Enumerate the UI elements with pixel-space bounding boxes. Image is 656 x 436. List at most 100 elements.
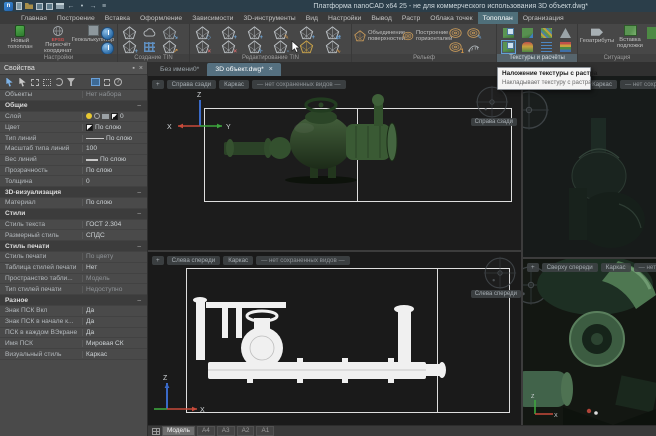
property-value[interactable]: Модель (82, 275, 147, 282)
viewport-saved-views-button[interactable]: — нет сохраненных видов — (256, 256, 350, 265)
properties-section-header[interactable]: 3D-визуализация– (0, 187, 147, 198)
property-row[interactable]: ПрозрачностьПо слою (0, 166, 147, 177)
property-row[interactable]: Знак ПСК ВклДа (0, 306, 147, 317)
pin-icon[interactable]: ▪ (132, 65, 134, 72)
redo-icon[interactable]: → (89, 2, 97, 10)
layout-tab-a1[interactable]: A1 (256, 426, 274, 436)
menu-tab[interactable]: Зависимости (187, 12, 238, 24)
view-name-button[interactable]: Слева спереди (471, 290, 521, 298)
drawing-area[interactable]: + Справа сзади Каркас — нет сохраненных … (148, 76, 656, 425)
insert-underlay-button[interactable]: Вставка подложки (614, 25, 646, 49)
property-value[interactable]: Нет набора (82, 91, 147, 98)
property-row[interactable]: МатериалПо слою (0, 198, 147, 209)
property-row[interactable]: Визуальный стильКаркас (0, 349, 147, 360)
property-value[interactable]: ГОСТ 2.304 (82, 221, 147, 228)
tin-smooth-icon[interactable]: ∿ (325, 40, 340, 54)
viewport-saved-views-button[interactable]: — нет сохраненных видов — (620, 80, 656, 89)
property-value[interactable]: Каркас (82, 351, 147, 358)
selection-cycle-icon[interactable] (55, 78, 63, 86)
contour-rings-icon[interactable] (448, 26, 463, 40)
texture-raster-overlay-icon[interactable] (501, 40, 516, 54)
tin-add-point-icon[interactable]: + (221, 26, 236, 40)
properties-section-header[interactable]: Стиль печати– (0, 241, 147, 252)
tin-edit-edge-icon[interactable]: ✎ (273, 26, 288, 40)
document-tab[interactable]: Без имени0* (152, 63, 207, 76)
quick-select-icon[interactable] (18, 78, 27, 87)
print-icon[interactable] (56, 3, 64, 9)
model-3d-pump-white[interactable] (192, 296, 452, 416)
model-3d-pump-green[interactable] (224, 90, 414, 185)
document-tab-active[interactable]: 3D объект.dwg* × (207, 63, 281, 76)
tin-delete-point-icon[interactable]: × (195, 40, 210, 54)
property-value[interactable]: По слою (82, 156, 147, 163)
property-value[interactable]: Да (82, 329, 147, 336)
property-row[interactable]: Таблица стилей печатиНет (0, 263, 147, 274)
quick-access-menu-icon[interactable]: ≡ (100, 2, 108, 10)
compass-tool-icon[interactable] (101, 27, 114, 40)
tin-boundary-icon[interactable]: ▫ (273, 40, 288, 54)
tin-delete-edge-icon[interactable]: × (221, 40, 236, 54)
menu-tab[interactable]: Вывод (366, 12, 397, 24)
filter-icon[interactable] (67, 78, 75, 86)
height-gradient-icon[interactable] (520, 40, 535, 54)
viewport-plus-button[interactable]: + (152, 256, 164, 265)
collapse-icon[interactable]: – (137, 102, 141, 109)
point-cloud-icon[interactable] (142, 26, 157, 40)
property-value[interactable]: По цвету (82, 253, 147, 260)
viewport-style-button[interactable]: Каркас (223, 256, 253, 265)
create-tin-icon[interactable] (122, 26, 137, 40)
layer-freeze-icon[interactable] (94, 113, 100, 119)
geoattributes-button[interactable]: Геоатрибуты (580, 25, 614, 44)
property-value[interactable]: Недоступно (82, 286, 147, 293)
property-value[interactable]: Да (82, 307, 147, 314)
property-value[interactable]: По слою (82, 167, 147, 174)
collapse-icon[interactable]: – (137, 210, 141, 217)
layout-grid-icon[interactable] (152, 428, 160, 435)
tin-add-edge-icon[interactable]: + (247, 26, 262, 40)
tin-move-point-icon[interactable]: ✛ (247, 40, 262, 54)
contour-edit-icon[interactable]: ✎ (466, 26, 481, 40)
menu-tab[interactable]: Вставка (100, 12, 135, 24)
property-row[interactable]: ЦветПо слою (0, 122, 147, 133)
viewport-plus-button[interactable]: + (527, 263, 539, 272)
property-value[interactable]: По слою (82, 135, 147, 142)
property-row[interactable]: ОбъектыНет набора (0, 90, 147, 101)
property-row[interactable]: Стиль текстаГОСТ 2.304 (0, 220, 147, 231)
viewport-bottom-right[interactable]: + Сверху спереди Каркас — нет сохраненны… (523, 259, 656, 425)
menu-tab[interactable]: Растр (397, 12, 425, 24)
close-panel-icon[interactable]: × (139, 65, 143, 72)
property-row[interactable]: Стиль печатиПо цвету (0, 252, 147, 263)
view-compass[interactable] (482, 255, 518, 291)
slope-hatches-icon[interactable] (466, 40, 481, 54)
viewport-view-button[interactable]: Справа сзади (167, 80, 217, 89)
menu-tab[interactable]: Главная (16, 12, 52, 24)
property-row[interactable]: Масштаб типа линий100 (0, 144, 147, 155)
collapse-icon[interactable]: – (137, 297, 141, 304)
tin-section-icon[interactable]: ↗ (162, 40, 177, 54)
menu-tab[interactable]: Оформление (135, 12, 187, 24)
select-polygon-icon[interactable] (43, 79, 51, 86)
property-row[interactable]: Тип линийПо слою (0, 133, 147, 144)
property-row[interactable]: Тип стилей печатиНедоступно (0, 284, 147, 295)
properties-section-header[interactable]: Общие– (0, 101, 147, 112)
property-value[interactable]: По слою (82, 124, 147, 131)
new-file-icon[interactable] (16, 2, 22, 10)
open-file-icon[interactable] (25, 3, 33, 9)
merge-surfaces-button[interactable]: Объединение поверхностей (354, 30, 400, 42)
property-row[interactable]: Слой0 (0, 112, 147, 123)
property-value[interactable]: Мировая СК (82, 340, 147, 347)
viewport-style-button[interactable]: Каркас (601, 263, 631, 272)
tin-from-points-icon[interactable]: + (122, 40, 137, 54)
isolines-icon[interactable] (539, 40, 554, 54)
properties-header[interactable]: Свойства ▪ × (0, 62, 147, 75)
collapse-icon[interactable]: – (137, 243, 141, 250)
property-row[interactable]: Толщина0 (0, 176, 147, 187)
tin-edit-icon[interactable]: ◇ (195, 26, 210, 40)
save-all-icon[interactable] (46, 3, 53, 10)
layout-tab-a3[interactable]: A3 (217, 426, 235, 436)
view-name-button[interactable]: Справа сзади (471, 118, 517, 126)
contour-label-icon[interactable]: 1 (448, 40, 463, 54)
menu-tab[interactable]: Топоплан (478, 12, 518, 24)
points-grid-icon[interactable] (142, 40, 157, 54)
history-dot-icon[interactable]: • (78, 2, 86, 10)
